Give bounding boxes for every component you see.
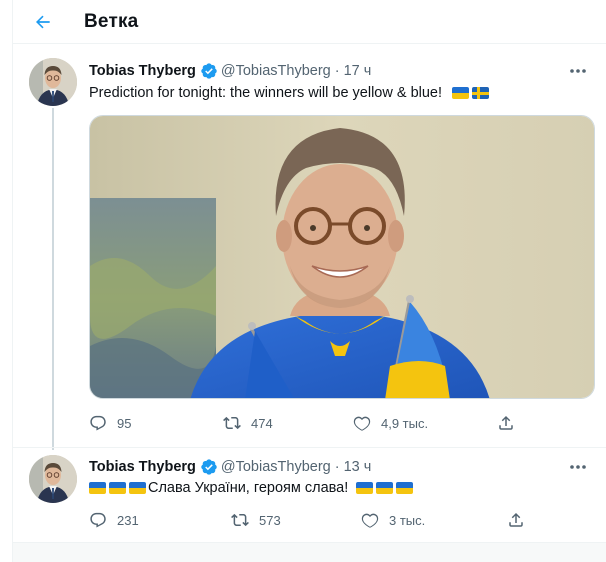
flag-ukraine-emoji [396, 482, 414, 494]
share-button[interactable] [497, 413, 525, 433]
avatar[interactable] [29, 455, 77, 503]
share-button[interactable] [507, 510, 535, 530]
tweet-header: Tobias Thyberg @TobiasThyberg · 17 ч [89, 62, 371, 80]
retweet-count: 474 [251, 415, 273, 431]
arrow-left-icon [33, 12, 53, 32]
tweet-1-actions: 95 474 4,9 тыс. [89, 413, 569, 433]
more-horizontal-icon [569, 464, 587, 470]
avatar[interactable] [29, 58, 77, 106]
tweet-body: Слава України, героям слава! [148, 480, 349, 496]
tweet-2-actions: 231 573 3 тыс. [89, 510, 569, 530]
retweet-button[interactable]: 573 [231, 510, 281, 530]
more-options-button[interactable] [565, 61, 591, 81]
reply-count: 95 [117, 415, 132, 431]
separator-dot: · [334, 63, 340, 79]
tweet-media-image[interactable] [89, 115, 595, 399]
back-button[interactable] [29, 8, 57, 36]
thread-header: Ветка [13, 0, 606, 44]
tweet-timestamp[interactable]: 13 ч [344, 459, 372, 475]
like-button[interactable]: 4,9 тыс. [353, 413, 428, 433]
thread-connector-line [52, 108, 54, 450]
more-options-button[interactable] [565, 457, 591, 477]
like-count: 4,9 тыс. [381, 415, 429, 431]
author-name[interactable]: Tobias Thyberg [89, 63, 196, 79]
retweet-button[interactable]: 474 [223, 413, 273, 433]
like-count: 3 тыс. [389, 512, 426, 528]
author-handle[interactable]: @TobiasThyberg [221, 63, 331, 79]
avatar-image [29, 58, 77, 106]
photo-man-in-ukraine-jersey [90, 116, 594, 398]
flag-ukraine-emoji [109, 482, 126, 494]
verified-badge-icon [200, 458, 218, 476]
author-handle[interactable]: @TobiasThyberg [221, 459, 331, 475]
more-horizontal-icon [569, 68, 587, 74]
page-title: Ветка [84, 11, 139, 32]
flag-ukraine-emoji [89, 482, 106, 494]
reply-icon [89, 414, 117, 432]
retweet-icon [223, 414, 251, 432]
reply-button[interactable]: 231 [89, 510, 139, 530]
share-icon [507, 511, 535, 529]
like-button[interactable]: 3 тыс. [361, 510, 425, 530]
flag-ukraine-emoji [452, 87, 470, 99]
tweet-header: Tobias Thyberg @TobiasThyberg · 13 ч [89, 458, 371, 476]
heart-icon [353, 414, 381, 432]
tweet-timestamp[interactable]: 17 ч [344, 63, 372, 79]
thread-panel: Ветка Tobias Thyberg @TobiasThyberg · 17… [12, 0, 606, 562]
flag-ukraine-emoji [356, 482, 374, 494]
flag-ukraine-emoji [376, 482, 394, 494]
heart-icon [361, 511, 389, 529]
retweet-count: 573 [259, 512, 281, 528]
reply-button[interactable]: 95 [89, 413, 131, 433]
retweet-icon [231, 511, 259, 529]
separator-dot: · [334, 459, 340, 475]
tweet-body: Prediction for tonight: the winners will… [89, 85, 443, 101]
avatar-image [29, 455, 77, 503]
flag-ukraine-emoji [129, 482, 146, 494]
reply-icon [89, 511, 117, 529]
tweet-text: Prediction for tonight: the winners will… [89, 85, 490, 101]
thread-footer-spacer [13, 543, 606, 562]
author-name[interactable]: Tobias Thyberg [89, 459, 196, 475]
tweet-text: Слава України, героям слава! [89, 480, 414, 496]
tweet-divider [13, 447, 606, 448]
flag-sweden-emoji [472, 87, 490, 99]
verified-badge-icon [200, 62, 218, 80]
reply-count: 231 [117, 512, 139, 528]
share-icon [497, 414, 525, 432]
